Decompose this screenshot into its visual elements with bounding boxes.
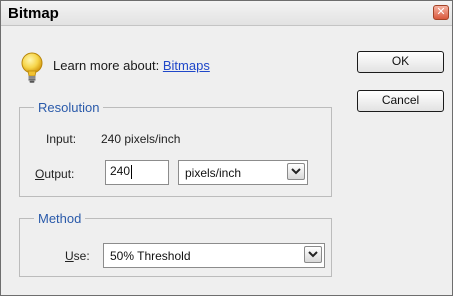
lightbulb-icon [21,52,43,83]
resolution-legend: Resolution [38,100,100,115]
chevron-down-icon[interactable] [287,163,305,180]
help-text: Learn more about: Bitmaps [53,58,210,73]
chevron-down-icon[interactable] [304,246,322,263]
close-icon: ✕ [436,6,446,18]
output-unit-select[interactable]: pixels/inch [178,160,308,185]
output-label: Output: [35,167,74,181]
input-label: Input: [46,132,77,146]
output-resolution-value: 240 [110,164,131,178]
input-value: 240 pixels/inch [101,132,181,146]
output-mnemonic: O [35,167,45,181]
use-mnemonic: U [65,249,74,263]
close-button[interactable]: ✕ [433,5,449,20]
ok-button[interactable]: OK [357,51,444,73]
output-unit-value: pixels/inch [185,166,242,180]
title-bar[interactable]: Bitmap ✕ [1,1,452,26]
bitmap-dialog: Bitmap ✕ Learn more about: Bitmaps OK Ca… [0,0,453,296]
dialog-title: Bitmap [8,5,59,22]
method-value: 50% Threshold [110,249,191,263]
bitmaps-help-link[interactable]: Bitmaps [163,58,210,73]
use-label: Use: [65,249,90,263]
cancel-button[interactable]: Cancel [357,90,444,112]
output-label-rest: utput: [44,167,75,181]
help-prefix: Learn more about: [53,58,160,73]
use-label-rest: se: [73,249,90,263]
output-resolution-input[interactable]: 240 [105,160,169,185]
text-caret [131,164,133,179]
method-legend: Method [38,211,82,226]
method-select[interactable]: 50% Threshold [103,243,325,268]
